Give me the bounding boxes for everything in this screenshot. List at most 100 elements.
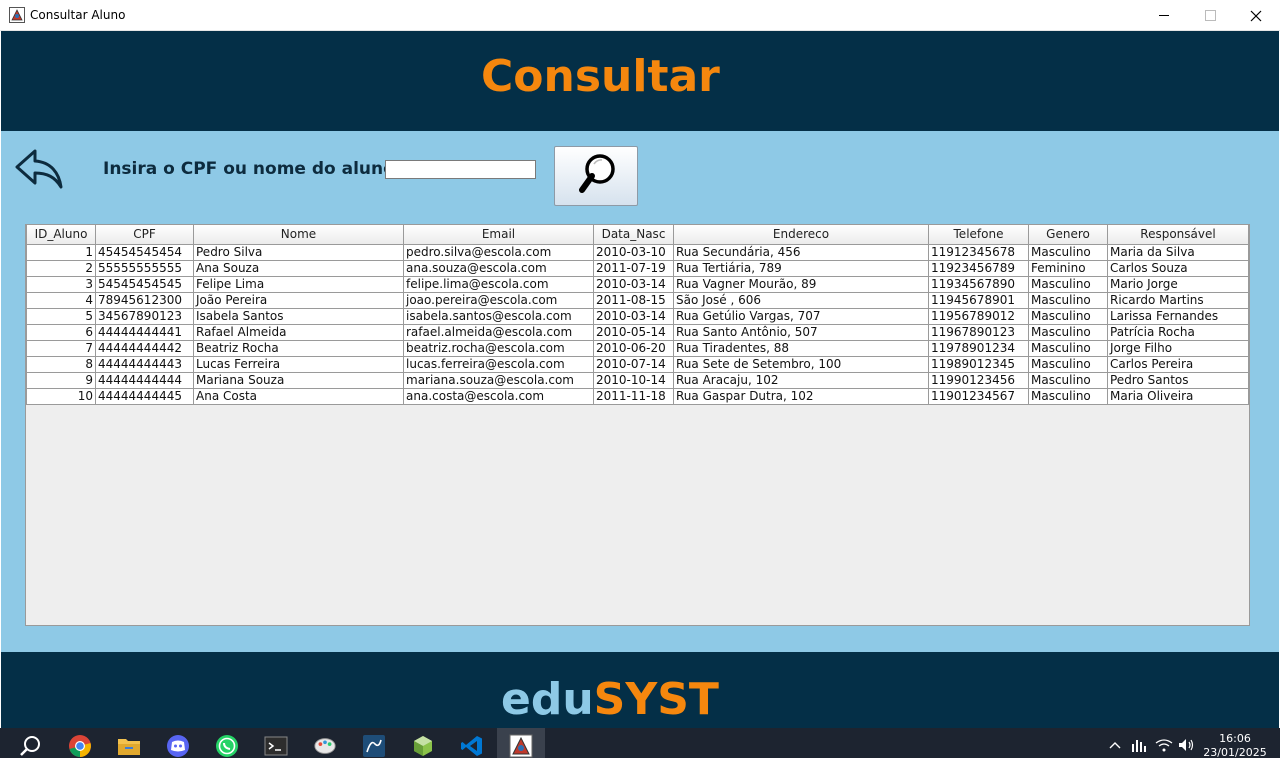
table-cell[interactable]: 44444444445: [95, 387, 194, 405]
table-cell[interactable]: Rua Secundária, 456: [673, 243, 929, 261]
column-header[interactable]: Endereco: [673, 225, 929, 245]
table-row[interactable]: 3 54545454545 Felipe Lima felipe.lima@escol…: [26, 275, 1249, 293]
table-cell[interactable]: rafael.almeida@escola.com: [403, 323, 594, 341]
table-cell[interactable]: 2010-06-20: [593, 339, 674, 357]
table-cell[interactable]: 44444444442: [95, 339, 194, 357]
table-cell[interactable]: Beatriz Rocha: [193, 339, 404, 357]
back-button[interactable]: [13, 147, 65, 191]
table-cell[interactable]: 8: [26, 355, 96, 373]
table-cell[interactable]: joao.pereira@escola.com: [403, 291, 594, 309]
table-cell[interactable]: Jorge Filho: [1107, 339, 1249, 357]
table-cell[interactable]: Masculino: [1028, 291, 1108, 309]
table-cell[interactable]: Masculino: [1028, 275, 1108, 293]
table-cell[interactable]: isabela.santos@escola.com: [403, 307, 594, 325]
table-cell[interactable]: pedro.silva@escola.com: [403, 243, 594, 261]
table-cell[interactable]: 6: [26, 323, 96, 341]
table-cell[interactable]: Ana Souza: [193, 259, 404, 277]
table-cell[interactable]: 44444444443: [95, 355, 194, 373]
table-cell[interactable]: 44444444441: [95, 323, 194, 341]
chrome-icon[interactable]: [68, 734, 92, 758]
wifi-icon[interactable]: [1155, 736, 1173, 754]
whatsapp-icon[interactable]: [215, 734, 239, 758]
table-cell[interactable]: 11912345678: [928, 243, 1029, 261]
table-cell[interactable]: 2: [26, 259, 96, 277]
table-cell[interactable]: Larissa Fernandes: [1107, 307, 1249, 325]
table-cell[interactable]: 2011-11-18: [593, 387, 674, 405]
table-cell[interactable]: 10: [26, 387, 96, 405]
table-cell[interactable]: Maria da Silva: [1107, 243, 1249, 261]
volume-icon[interactable]: [1178, 736, 1196, 754]
table-cell[interactable]: Rua Santo Antônio, 507: [673, 323, 929, 341]
table-cell[interactable]: Ricardo Martins: [1107, 291, 1249, 309]
table-cell[interactable]: 4: [26, 291, 96, 309]
table-cell[interactable]: 2011-07-19: [593, 259, 674, 277]
column-header[interactable]: Data_Nasc: [593, 225, 674, 245]
table-cell[interactable]: Isabela Santos: [193, 307, 404, 325]
table-cell[interactable]: 44444444444: [95, 371, 194, 389]
table-cell[interactable]: 54545454545: [95, 275, 194, 293]
table-row[interactable]: 7 44444444442 Beatriz Rocha beatriz.rocha@e…: [26, 339, 1249, 357]
table-cell[interactable]: 11990123456: [928, 371, 1029, 389]
table-cell[interactable]: Masculino: [1028, 323, 1108, 341]
table-cell[interactable]: Rua Sete de Setembro, 100: [673, 355, 929, 373]
table-cell[interactable]: 2011-08-15: [593, 291, 674, 309]
column-header[interactable]: ID_Aluno: [26, 225, 96, 245]
table-cell[interactable]: Carlos Souza: [1107, 259, 1249, 277]
table-cell[interactable]: 5: [26, 307, 96, 325]
table-cell[interactable]: mariana.souza@escola.com: [403, 371, 594, 389]
table-cell[interactable]: Pedro Santos: [1107, 371, 1249, 389]
table-cell[interactable]: 2010-03-14: [593, 307, 674, 325]
search-icon[interactable]: [18, 734, 42, 758]
table-cell[interactable]: Rua Tiradentes, 88: [673, 339, 929, 357]
table-cell[interactable]: Masculino: [1028, 243, 1108, 261]
table-row[interactable]: 1 45454545454 Pedro Silva pedro.silva@escol…: [26, 243, 1249, 261]
table-cell[interactable]: 11901234567: [928, 387, 1029, 405]
paint-app-icon[interactable]: [313, 734, 337, 758]
column-header[interactable]: Genero: [1028, 225, 1108, 245]
column-header[interactable]: Responsável: [1107, 225, 1249, 245]
table-cell[interactable]: 7: [26, 339, 96, 357]
table-row[interactable]: 10 44444444445 Ana Costa ana.costa@escola.c…: [26, 387, 1249, 405]
minimize-button[interactable]: [1141, 0, 1187, 31]
table-cell[interactable]: Mariana Souza: [193, 371, 404, 389]
table-cell[interactable]: 34567890123: [95, 307, 194, 325]
table-cell[interactable]: beatriz.rocha@escola.com: [403, 339, 594, 357]
terminal-icon[interactable]: [264, 734, 288, 758]
table-row[interactable]: 5 34567890123 Isabela Santos isabela.santos…: [26, 307, 1249, 325]
table-cell[interactable]: Felipe Lima: [193, 275, 404, 293]
search-input[interactable]: [385, 160, 536, 179]
students-table[interactable]: ID_Aluno CPF Nome Email Data_Nasc Endereco Tel…: [25, 224, 1250, 626]
table-cell[interactable]: 9: [26, 371, 96, 389]
table-cell[interactable]: Masculino: [1028, 339, 1108, 357]
cube-app-icon[interactable]: [411, 734, 435, 758]
table-cell[interactable]: Ana Costa: [193, 387, 404, 405]
table-cell[interactable]: 55555555555: [95, 259, 194, 277]
column-header[interactable]: Email: [403, 225, 594, 245]
table-cell[interactable]: Feminino: [1028, 259, 1108, 277]
table-cell[interactable]: Carlos Pereira: [1107, 355, 1249, 373]
table-cell[interactable]: Rua Gaspar Dutra, 102: [673, 387, 929, 405]
vscode-icon[interactable]: [460, 734, 484, 758]
table-cell[interactable]: 11978901234: [928, 339, 1029, 357]
table-cell[interactable]: 11989012345: [928, 355, 1029, 373]
table-cell[interactable]: Masculino: [1028, 355, 1108, 373]
table-cell[interactable]: Patrícia Rocha: [1107, 323, 1249, 341]
table-cell[interactable]: 2010-03-10: [593, 243, 674, 261]
table-cell[interactable]: João Pereira: [193, 291, 404, 309]
table-cell[interactable]: Pedro Silva: [193, 243, 404, 261]
table-cell[interactable]: 11967890123: [928, 323, 1029, 341]
search-button[interactable]: [554, 146, 638, 206]
close-button[interactable]: [1233, 0, 1279, 31]
table-cell[interactable]: 45454545454: [95, 243, 194, 261]
chevron-up-icon[interactable]: [1106, 736, 1124, 754]
table-cell[interactable]: Masculino: [1028, 307, 1108, 325]
table-cell[interactable]: 3: [26, 275, 96, 293]
mysql-workbench-icon[interactable]: [362, 734, 386, 758]
taskbar-clock[interactable]: 16:06 23/01/2025: [1202, 732, 1268, 760]
table-cell[interactable]: 11923456789: [928, 259, 1029, 277]
table-cell[interactable]: Rua Getúlio Vargas, 707: [673, 307, 929, 325]
table-cell[interactable]: Rua Tertiária, 789: [673, 259, 929, 277]
table-cell[interactable]: 2010-10-14: [593, 371, 674, 389]
table-row[interactable]: 2 55555555555 Ana Souza ana.souza@escola.co…: [26, 259, 1249, 277]
table-cell[interactable]: 2010-07-14: [593, 355, 674, 373]
